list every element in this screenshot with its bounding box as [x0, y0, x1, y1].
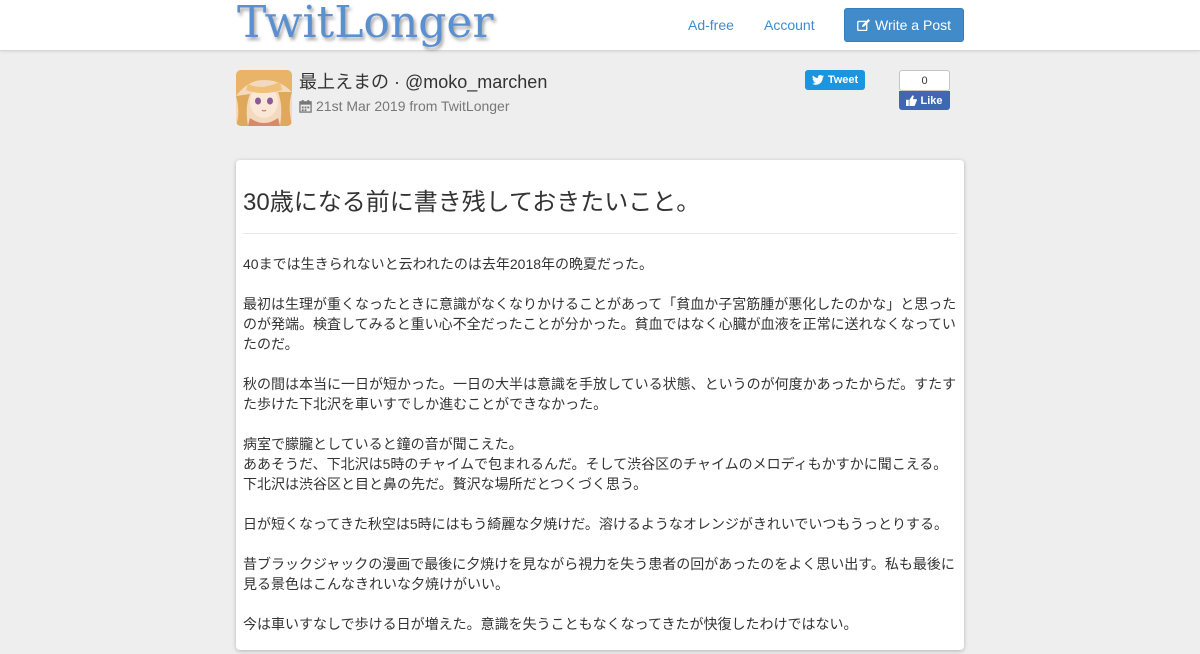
like-label: Like — [920, 94, 943, 107]
post-paragraph: 昔ブラックジャックの漫画で最後に夕焼けを見ながら視力を失う患者の回があったのをよ… — [243, 554, 959, 594]
post-card: 30歳になる前に書き残しておきたいこと。 40までは生きられないと云われたのは去… — [236, 160, 964, 650]
post-date: 21st Mar 2019 from TwitLonger — [316, 98, 510, 114]
post-paragraph-line: 下北沢は渋谷区と目と鼻の先だ。贅沢な場所だとつくづく思う。 — [243, 476, 648, 492]
post-paragraph-line: 秋の間は本当に一日が短かった。一日の大半は意識を手放している状態、というのが何度… — [243, 376, 957, 412]
site-logo[interactable]: TwitLonger — [237, 0, 493, 48]
post-paragraph: 日が短くなってきた秋空は5時にはもう綺麗な夕焼けだ。溶けるようなオレンジがきれい… — [243, 514, 959, 534]
post-paragraph-line: 昔ブラックジャックの漫画で最後に夕焼けを見ながら視力を失う患者の回があったのをよ… — [243, 556, 955, 592]
post-title: 30歳になる前に書き残しておきたいこと。 — [243, 189, 701, 216]
twitter-bird-icon — [811, 75, 824, 85]
post-body: 40までは生きられないと云われたのは去年2018年の晩夏だった。最初は生理が重く… — [243, 254, 959, 654]
nav-link-account[interactable]: Account — [764, 17, 815, 33]
post-paragraph-line: ああそうだ、下北沢は5時のチャイムで包まれるんだ。そして渋谷区のチャイムのメロデ… — [243, 456, 948, 472]
tweet-label: Tweet — [827, 74, 859, 86]
like-count: 0 — [899, 70, 950, 91]
post-paragraph-line: 今は車いすなしで歩ける日が増えた。意識を失うこともなくなってきたが快復したわけで… — [243, 616, 858, 632]
like-button[interactable]: Like — [899, 91, 950, 110]
post-meta: 21st Mar 2019 from TwitLonger — [299, 98, 510, 114]
thumbs-up-icon — [906, 95, 918, 106]
post-paragraph: 今は車いすなしで歩ける日が増えた。意識を失うこともなくなってきたが快復したわけで… — [243, 614, 959, 634]
calendar-icon — [299, 99, 312, 113]
post-paragraph: 最初は生理が重くなったときに意識がなくなりかけることがあって「貧血か子宮筋腫が悪… — [243, 294, 959, 354]
facebook-like-widget: 0 Like — [899, 70, 950, 110]
edit-icon — [857, 18, 870, 31]
write-post-label: Write a Post — [875, 17, 951, 33]
post-paragraph: 秋の間は本当に一日が短かった。一日の大半は意識を手放している状態、というのが何度… — [243, 374, 959, 414]
post-paragraph-line: 病室で朦朧としていると鐘の音が聞こえた。 — [243, 436, 523, 452]
post-paragraph: 40までは生きられないと云われたのは去年2018年の晩夏だった。 — [243, 254, 959, 274]
nav-link-ad-free[interactable]: Ad-free — [688, 17, 734, 33]
post-paragraph-line: 最初は生理が重くなったときに意識がなくなりかけることがあって「貧血か子宮筋腫が悪… — [243, 296, 957, 352]
avatar[interactable] — [236, 70, 292, 126]
tweet-button[interactable]: Tweet — [805, 70, 865, 90]
author-name[interactable]: 最上えまの · @moko_marchen — [299, 68, 547, 94]
post-paragraph-line: 40までは生きられないと云われたのは去年2018年の晩夏だった。 — [243, 256, 654, 272]
title-divider — [243, 233, 957, 234]
post-paragraph: 病室で朦朧としていると鐘の音が聞こえた。ああそうだ、下北沢は5時のチャイムで包ま… — [243, 434, 959, 494]
write-post-button[interactable]: Write a Post — [844, 8, 964, 42]
top-navbar: TwitLonger Ad-free Account Write a Post — [0, 0, 1200, 51]
post-paragraph-line: 日が短くなってきた秋空は5時にはもう綺麗な夕焼けだ。溶けるようなオレンジがきれい… — [243, 516, 948, 532]
